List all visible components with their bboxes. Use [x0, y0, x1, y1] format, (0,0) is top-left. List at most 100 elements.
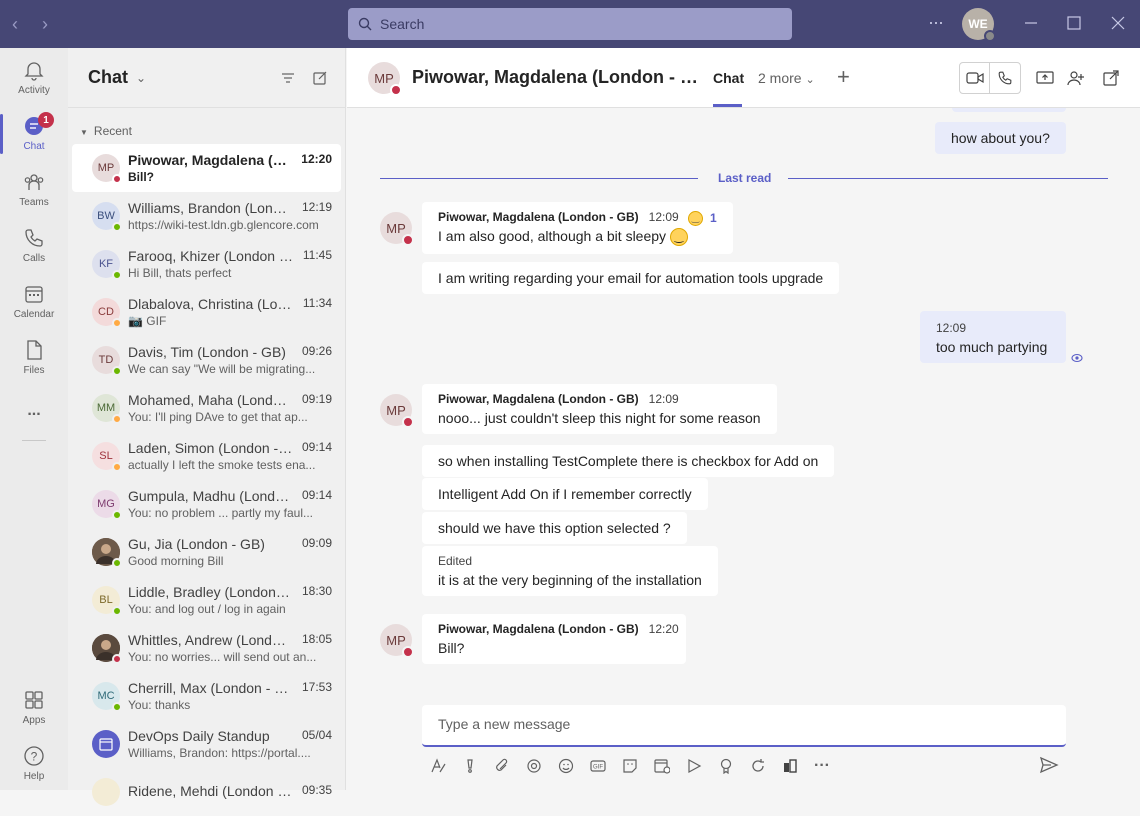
message-bubble[interactable]: Piwowar, Magdalena (London - GB) 12:09 no… [422, 384, 777, 434]
rail-label: Help [23, 770, 45, 782]
chat-item-name: Davis, Tim (London - GB) [128, 344, 286, 360]
avatar [92, 730, 120, 758]
rail-item-calls[interactable]: Calls [0, 220, 68, 270]
rail-item-calendar[interactable]: Calendar [0, 276, 68, 326]
tab-chat[interactable]: Chat [713, 70, 744, 107]
loop-icon[interactable] [518, 758, 550, 774]
schedule-meeting-icon[interactable] [646, 758, 678, 774]
compose-input[interactable]: Type a new message [422, 705, 1066, 747]
chat-item-info: Laden, Simon (London - GB) 09:14 actually … [128, 440, 332, 472]
seen-eye-icon [1071, 353, 1083, 363]
chat-list-item[interactable]: CD Dlabalova, Christina (London - GB) 11:3… [72, 288, 341, 336]
add-people-icon[interactable] [1067, 70, 1085, 86]
message-bubble-mine[interactable]: 12:09 too much partying [920, 311, 1066, 363]
chat-item-name: Ridene, Mehdi (London - GB) [128, 783, 293, 799]
chat-list-item[interactable]: Ridene, Mehdi (London - GB) 09:35 [72, 768, 341, 816]
chat-item-time: 09:35 [301, 783, 332, 797]
message-bubble[interactable]: so when installing TestComplete there is… [422, 445, 835, 477]
rail-item-files[interactable]: Files [0, 332, 68, 382]
message-bubble[interactable]: should we have this option selected ? [422, 512, 687, 544]
laughing-reaction-icon[interactable]: ‿ [688, 211, 703, 227]
chat-list-item[interactable]: TD Davis, Tim (London - GB) 09:26 We can sa… [72, 336, 341, 384]
chevron-down-icon: ⌄ [805, 74, 815, 86]
message-bubble[interactable]: Intelligent Add On if I remember correct… [422, 478, 708, 510]
chat-list-item[interactable]: BW Williams, Brandon (London - GB) 12:19 ht… [72, 192, 341, 240]
more-options-icon[interactable]: ··· [928, 12, 944, 33]
compose-toolbar: GIF ··· [422, 754, 1066, 778]
contact-avatar[interactable]: MP [368, 62, 402, 96]
recent-section-header[interactable]: ▼ Recent [68, 108, 345, 144]
more-tabs-button[interactable]: 2 more ⌄ [758, 70, 815, 86]
rail-item-more[interactable]: ... [0, 386, 68, 436]
chat-list-item[interactable]: MG Gumpula, Madhu (London - GB) 09:14 You: … [72, 480, 341, 528]
gif-icon[interactable]: GIF [582, 758, 614, 774]
sender-avatar[interactable]: MP [380, 394, 414, 428]
bell-icon [24, 61, 44, 81]
chat-list-item[interactable]: KF Farooq, Khizer (London - GB) 11:45 Hi Bi… [72, 240, 341, 288]
pop-out-icon[interactable] [1103, 70, 1119, 86]
apps-icon [25, 690, 43, 709]
add-tab-button[interactable]: + [837, 64, 850, 90]
chat-list-item[interactable]: Whittles, Andrew (London - GB) 18:05 You: … [72, 624, 341, 672]
chat-list-item[interactable]: Gu, Jia (London - GB) 09:09 Good morning B… [72, 528, 341, 576]
sticker-icon[interactable] [614, 758, 646, 774]
attach-icon[interactable] [486, 758, 518, 774]
back-arrow-icon[interactable]: ‹ [12, 14, 18, 35]
chat-item-preview: You: no worries... will send out an... [128, 650, 317, 664]
sender-avatar[interactable]: MP [380, 212, 414, 246]
message-bubble[interactable]: I am writing regarding your email for au… [422, 262, 840, 294]
message-bubble[interactable]: Piwowar, Magdalena (London - GB) 12:20 Bi… [422, 614, 686, 664]
available-status-icon [112, 270, 122, 280]
chevron-down-icon[interactable]: ⌄ [136, 71, 146, 85]
close-icon[interactable] [1111, 16, 1125, 30]
message-bubble-mine[interactable]: how about you? [935, 122, 1066, 154]
chat-item-info: Davis, Tim (London - GB) 09:26 We can say … [128, 344, 332, 376]
chat-list-item[interactable]: BL Liddle, Bradley (London - GB) 18:30 You:… [72, 576, 341, 624]
video-call-button[interactable] [960, 63, 991, 93]
audio-call-button[interactable] [990, 63, 1020, 93]
profile-avatar[interactable]: WE [962, 8, 996, 42]
message-bubble[interactable]: Edited it is at the very beginning of th… [422, 546, 718, 596]
chat-list-item[interactable]: MC Cherrill, Max (London - GB) 17:53 You: t… [72, 672, 341, 720]
rail-item-apps[interactable]: Apps [0, 682, 68, 732]
screen-share-icon[interactable] [1036, 70, 1054, 86]
chat-item-name: Dlabalova, Christina (London - GB) [128, 296, 293, 312]
avatar-initials: CD [98, 306, 114, 318]
chat-list-item[interactable]: MM Mohamed, Maha (London - GB) 09:19 You: I… [72, 384, 341, 432]
more-options-icon[interactable]: ··· [806, 757, 838, 775]
contact-name[interactable]: Piwowar, Magdalena (London - GB) [412, 67, 702, 88]
chat-list-item[interactable]: SL Laden, Simon (London - GB) 09:14 actuall… [72, 432, 341, 480]
maximize-icon[interactable] [1067, 16, 1081, 30]
chat-list-item[interactable]: DevOps Daily Standup 05/04 Williams, Brand… [72, 720, 341, 768]
message-bubble[interactable]: Piwowar, Magdalena (London - GB) 12:09 ‿ … [422, 202, 733, 255]
chat-item-info: Gu, Jia (London - GB) 09:09 Good morning B… [128, 536, 332, 568]
stream-icon[interactable] [678, 758, 710, 774]
search-input[interactable]: Search [348, 8, 792, 40]
filter-icon[interactable] [280, 70, 296, 86]
rail-item-activity[interactable]: Activity [0, 52, 68, 102]
chat-item-time: 09:09 [301, 536, 332, 550]
emoji-icon[interactable] [550, 758, 582, 774]
approvals-icon[interactable] [774, 758, 806, 774]
rail-item-teams[interactable]: Teams [0, 164, 68, 214]
rail-item-help[interactable]: ? Help [0, 738, 68, 788]
send-icon[interactable] [1039, 756, 1059, 774]
priority-icon[interactable] [454, 758, 486, 774]
refresh-icon[interactable] [742, 758, 774, 774]
chat-item-name: Gumpula, Madhu (London - GB) [128, 488, 293, 504]
new-chat-icon[interactable] [312, 70, 328, 86]
chat-list-item[interactable]: MP Piwowar, Magdalena (London - GB) 12:20 B… [72, 144, 341, 192]
sender-initials: MP [386, 402, 406, 418]
forward-arrow-icon[interactable]: › [42, 14, 48, 35]
avatar [92, 778, 120, 806]
minimize-icon[interactable] [1024, 16, 1038, 30]
praise-icon[interactable] [710, 758, 742, 774]
chat-item-info: Liddle, Bradley (London - GB) 18:30 You: a… [128, 584, 332, 616]
rail-item-chat[interactable]: Chat 1 [0, 108, 68, 158]
format-icon[interactable] [422, 758, 454, 774]
divider-line [788, 178, 1108, 179]
sender-avatar[interactable]: MP [380, 624, 414, 658]
away-status-icon [112, 414, 122, 424]
chat-item-preview: You: and log out / log in again [128, 602, 286, 616]
chat-list-title[interactable]: Chat [88, 67, 128, 88]
